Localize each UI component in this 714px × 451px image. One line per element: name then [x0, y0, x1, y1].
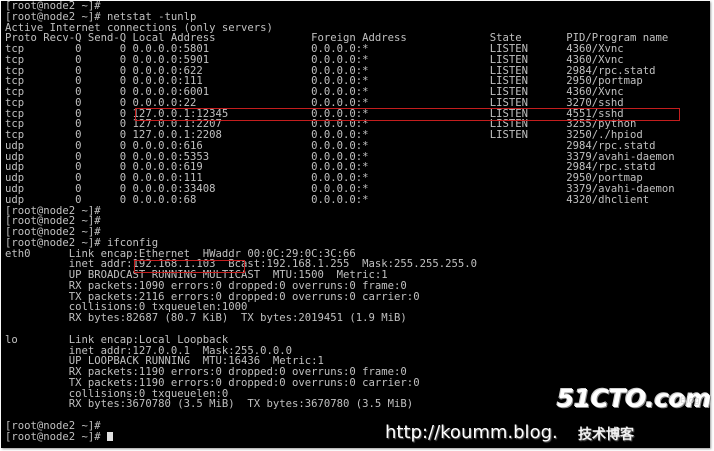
- terminal-prompt-line[interactable]: [root@node2 ~]#: [5, 430, 675, 443]
- terminal-line: tcp 0 0 0.0.0.0:5901 0.0.0.0:* LISTEN 43…: [5, 53, 624, 66]
- terminal-prompt: [root@node2 ~]#: [5, 430, 108, 443]
- terminal-line: udp 0 0 0.0.0.0:68 0.0.0.0:* 4320/dhclie…: [5, 193, 650, 206]
- terminal-line: [root@node2 ~]#: [5, 204, 101, 217]
- highlight-inet-addr: [134, 260, 245, 273]
- terminal-line: [root@node2 ~]# netstat -tunlp: [5, 10, 197, 23]
- watermark-cn: 技术博客: [578, 427, 634, 443]
- terminal-line: [root@node2 ~]#: [5, 215, 101, 228]
- terminal-line: [root@node2 ~]# ifconfig: [5, 236, 159, 249]
- screenshot-frame: [root@node2 ~]# [root@node2 ~]# netstat -…: [0, 0, 714, 451]
- watermark-url: http://koumm.blog.: [385, 422, 558, 443]
- terminal-cursor: [107, 431, 114, 441]
- terminal-line: RX bytes:82687 (80.7 KiB) TX bytes:20194…: [5, 312, 407, 325]
- watermark-logo-sub: Blog: [680, 396, 700, 406]
- terminal-window[interactable]: [root@node2 ~]# [root@node2 ~]# netstat -…: [1, 1, 710, 448]
- terminal-output: [root@node2 ~]# [root@node2 ~]# netstat -…: [5, 1, 675, 442]
- highlight-sshd-12345: [135, 108, 680, 121]
- terminal-line: lo Link encap:Local Loopback: [5, 333, 229, 346]
